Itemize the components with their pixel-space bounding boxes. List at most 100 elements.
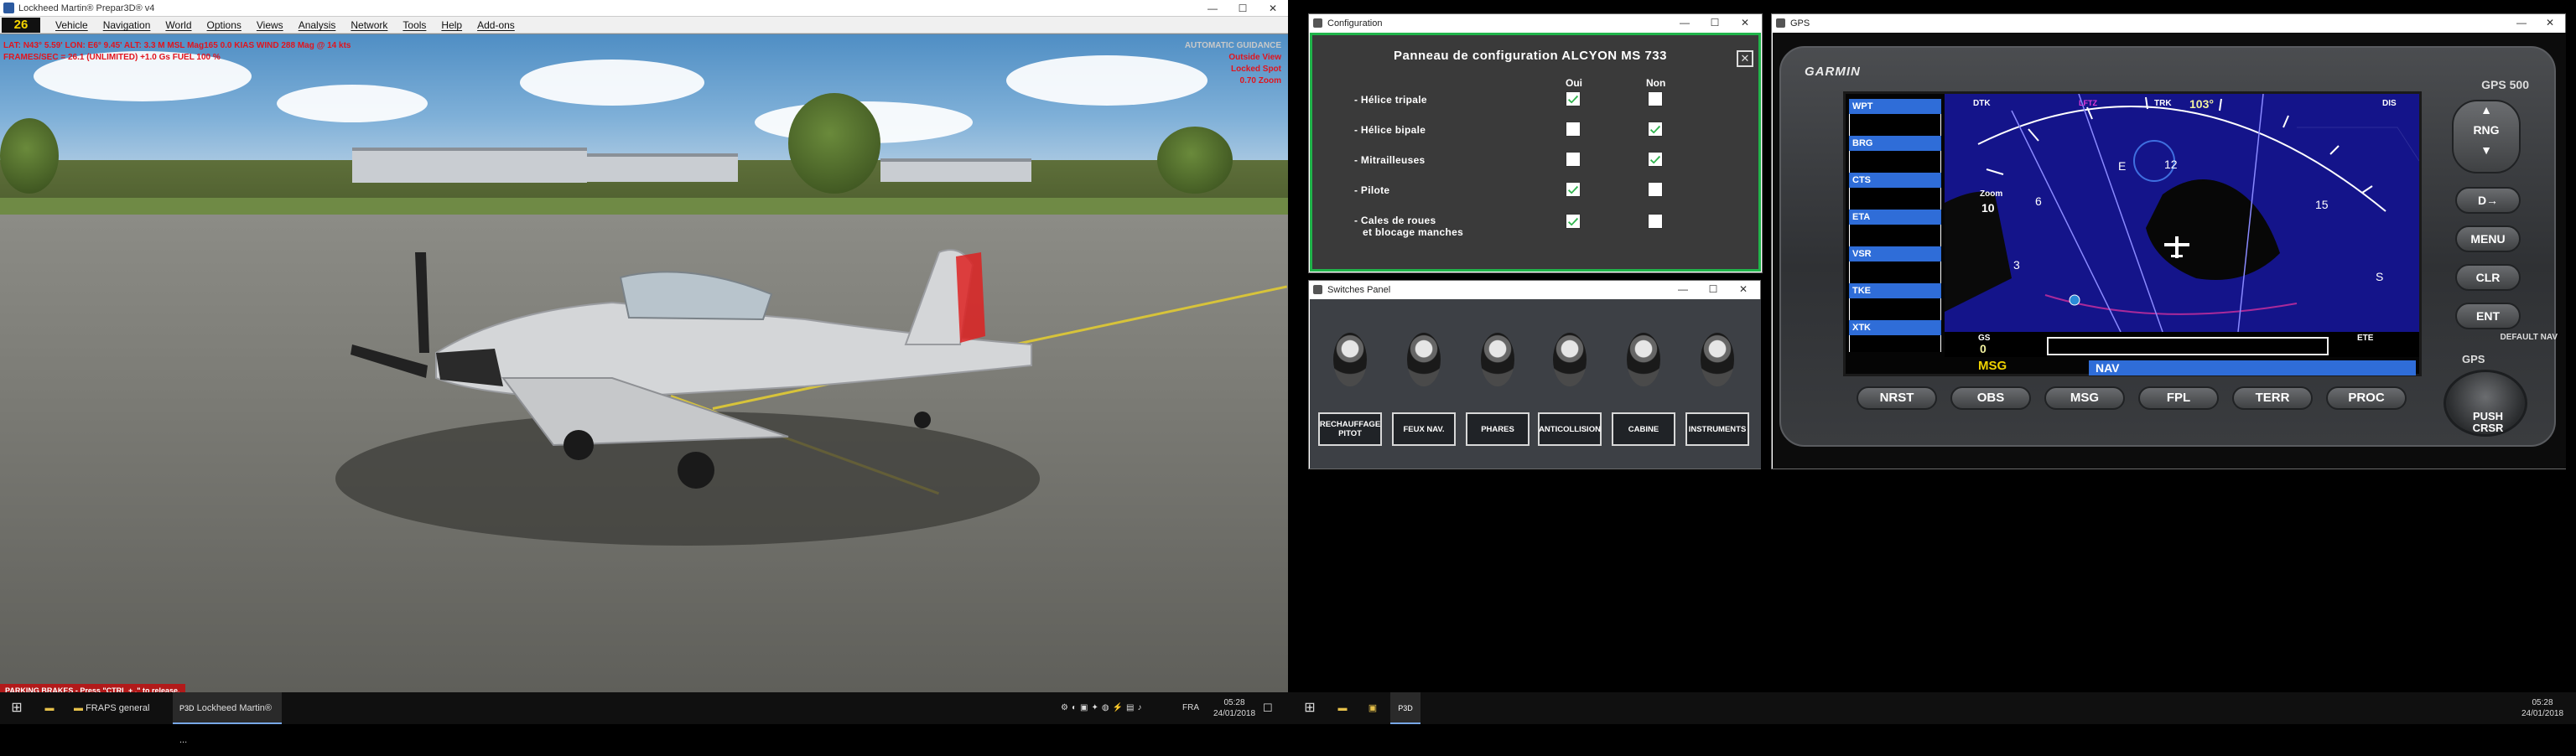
close-icon[interactable]: ✕ xyxy=(2535,14,2565,31)
checkbox-mitrailleuses-oui[interactable] xyxy=(1566,152,1581,167)
checkbox-helice-bipale-oui[interactable] xyxy=(1566,122,1581,137)
checkbox-cales-non[interactable] xyxy=(1648,214,1663,229)
menu-network[interactable]: Network xyxy=(351,17,387,34)
config-heading: Panneau de configuration ALCYON MS 733 xyxy=(1394,49,1667,63)
checkbox-helice-tripale-non[interactable] xyxy=(1648,91,1663,106)
toggle-switch-cabine[interactable] xyxy=(1627,333,1660,386)
checkbox-helice-tripale-oui[interactable] xyxy=(1566,91,1581,106)
clock[interactable]: 05:28 24/01/2018 xyxy=(1209,692,1259,729)
field-eta[interactable]: ETA xyxy=(1849,210,1941,225)
checkbox-cales-oui[interactable] xyxy=(1566,214,1581,229)
minimize-icon[interactable]: — xyxy=(2506,14,2537,31)
gps-label: GPS xyxy=(2462,353,2485,365)
notification-icon[interactable]: ☐ xyxy=(1263,692,1283,724)
tray-icons[interactable]: ⚙◐▣✦◍⚡▤♪ xyxy=(1061,692,1178,724)
toggle-switch-anticollision[interactable] xyxy=(1553,333,1587,386)
button-cabine[interactable]: CABINE xyxy=(1612,412,1675,446)
menu-button[interactable]: MENU xyxy=(2455,225,2521,252)
button-rechauffage-pitot[interactable]: RECHAUFFAGE PITOT xyxy=(1318,412,1382,446)
field-brg[interactable]: BRG xyxy=(1849,136,1941,151)
nrst-button[interactable]: NRST xyxy=(1857,386,1937,410)
clr-button[interactable]: CLR xyxy=(2455,264,2521,291)
toggle-switch-phares[interactable] xyxy=(1481,333,1514,386)
nav-page-bar[interactable]: NAV xyxy=(2089,360,2416,375)
menu-options[interactable]: Options xyxy=(207,17,242,34)
p3d-app-icon[interactable]: P3D xyxy=(1390,692,1420,724)
field-vsr[interactable]: VSR xyxy=(1849,246,1941,261)
push-crsr-knob[interactable]: PUSH CRSR xyxy=(2444,370,2527,437)
config-title-bar[interactable]: Configuration — ☐ ✕ xyxy=(1309,14,1762,33)
cloud xyxy=(520,60,704,106)
default-nav-label: DEFAULT NAV xyxy=(2500,333,2558,342)
language-indicator[interactable]: FRA xyxy=(1182,692,1206,724)
gps-title-bar[interactable]: GPS — ✕ xyxy=(1772,14,2565,33)
option-label-mitrailleuses: - Mitrailleuses xyxy=(1354,154,1426,166)
maximize-icon[interactable]: ☐ xyxy=(1700,14,1730,31)
maximize-icon[interactable]: ☐ xyxy=(1698,281,1728,298)
msg-button[interactable]: MSG xyxy=(2044,386,2125,410)
menu-views[interactable]: Views xyxy=(257,17,283,34)
start-icon[interactable]: ⊞ xyxy=(0,692,34,724)
ent-button[interactable]: ENT xyxy=(2455,303,2521,329)
taskbar-item-fraps[interactable]: ▬ FRAPS general xyxy=(67,692,174,724)
menu-world[interactable]: World xyxy=(165,17,191,34)
button-instruments[interactable]: INSTRUMENTS xyxy=(1685,412,1749,446)
toggle-switch-instruments[interactable] xyxy=(1701,333,1734,386)
button-anticollision[interactable]: ANTICOLLISION xyxy=(1538,412,1602,446)
field-wpt[interactable]: WPT xyxy=(1849,99,1941,114)
col-oui: Oui xyxy=(1566,77,1582,89)
field-cts[interactable]: CTS xyxy=(1849,173,1941,188)
taskbar-item-p3d[interactable]: P3D Lockheed Martin® ... xyxy=(173,692,282,745)
switches-window-title: Switches Panel xyxy=(1327,285,1391,295)
field-xtk[interactable]: XTK xyxy=(1849,320,1941,335)
obs-button[interactable]: OBS xyxy=(1950,386,2031,410)
toggle-switch-pitot[interactable] xyxy=(1333,333,1367,386)
switches-title-bar[interactable]: Switches Panel — ☐ ✕ xyxy=(1309,281,1760,299)
minimize-icon[interactable]: — xyxy=(1197,0,1228,17)
checkbox-pilote-non[interactable] xyxy=(1648,182,1663,197)
taskbar-left: ⊞ ▬ ▬ FRAPS general P3D Lockheed Martin®… xyxy=(0,692,1288,745)
proc-button[interactable]: PROC xyxy=(2326,386,2407,410)
gps-screen[interactable]: WPT BRG CTS ETA VSR TKE XTK DTK TRK 103°… xyxy=(1843,91,2422,376)
field-tke[interactable]: TKE xyxy=(1849,283,1941,298)
checkbox-mitrailleuses-non[interactable] xyxy=(1648,152,1663,167)
p3d-title-bar[interactable]: Lockheed Martin® Prepar3D® v4 — ☐ ✕ xyxy=(0,0,1288,17)
folder-icon[interactable]: ▬ xyxy=(37,692,62,724)
sim-scene[interactable] xyxy=(0,34,1288,692)
menu-help[interactable]: Help xyxy=(441,17,462,34)
close-icon[interactable]: ✕ xyxy=(1728,281,1758,298)
range-down-icon[interactable]: ▼ xyxy=(2454,142,2519,158)
folder-icon[interactable]: ▬ xyxy=(1330,692,1355,724)
menu-navigation[interactable]: Navigation xyxy=(103,17,151,34)
panel-close-icon[interactable]: ✕ xyxy=(1737,50,1753,67)
checkbox-helice-bipale-non[interactable] xyxy=(1648,122,1663,137)
direct-to-button[interactable]: D→ xyxy=(2455,187,2521,214)
minimize-icon[interactable]: — xyxy=(1670,14,1700,31)
p3d-fps-logo: 26 xyxy=(2,18,40,33)
menu-analysis[interactable]: Analysis xyxy=(299,17,336,34)
terr-button[interactable]: TERR xyxy=(2232,386,2313,410)
tree xyxy=(0,118,59,194)
fraps-icon[interactable]: ▣ xyxy=(1360,692,1385,724)
config-app-icon xyxy=(1313,18,1322,28)
fpl-button[interactable]: FPL xyxy=(2138,386,2219,410)
close-icon[interactable]: ✕ xyxy=(1730,14,1760,31)
garmin-logo: GARMIN xyxy=(1805,65,1861,79)
p3d-menu-bar: 26 Vehicle Navigation World Options View… xyxy=(0,17,1288,34)
menu-vehicle[interactable]: Vehicle xyxy=(55,17,88,34)
range-up-icon[interactable]: ▲ xyxy=(2454,101,2519,118)
minimize-icon[interactable]: — xyxy=(1668,281,1698,298)
checkbox-pilote-oui[interactable] xyxy=(1566,182,1581,197)
menu-addons[interactable]: Add-ons xyxy=(477,17,515,34)
button-feux-nav[interactable]: FEUX NAV. xyxy=(1392,412,1456,446)
menu-tools[interactable]: Tools xyxy=(402,17,426,34)
close-icon[interactable]: ✕ xyxy=(1258,0,1288,17)
button-phares[interactable]: PHARES xyxy=(1466,412,1530,446)
hangar xyxy=(880,158,1031,182)
range-rocker[interactable]: ▲ RNG ▼ xyxy=(2452,100,2521,173)
start-icon[interactable]: ⊞ xyxy=(1295,692,1325,724)
maximize-icon[interactable]: ☐ xyxy=(1228,0,1258,17)
clock[interactable]: 05:28 24/01/2018 xyxy=(2517,692,2568,729)
gps-model: GPS 500 xyxy=(2481,78,2529,91)
toggle-switch-feux-nav[interactable] xyxy=(1407,333,1441,386)
